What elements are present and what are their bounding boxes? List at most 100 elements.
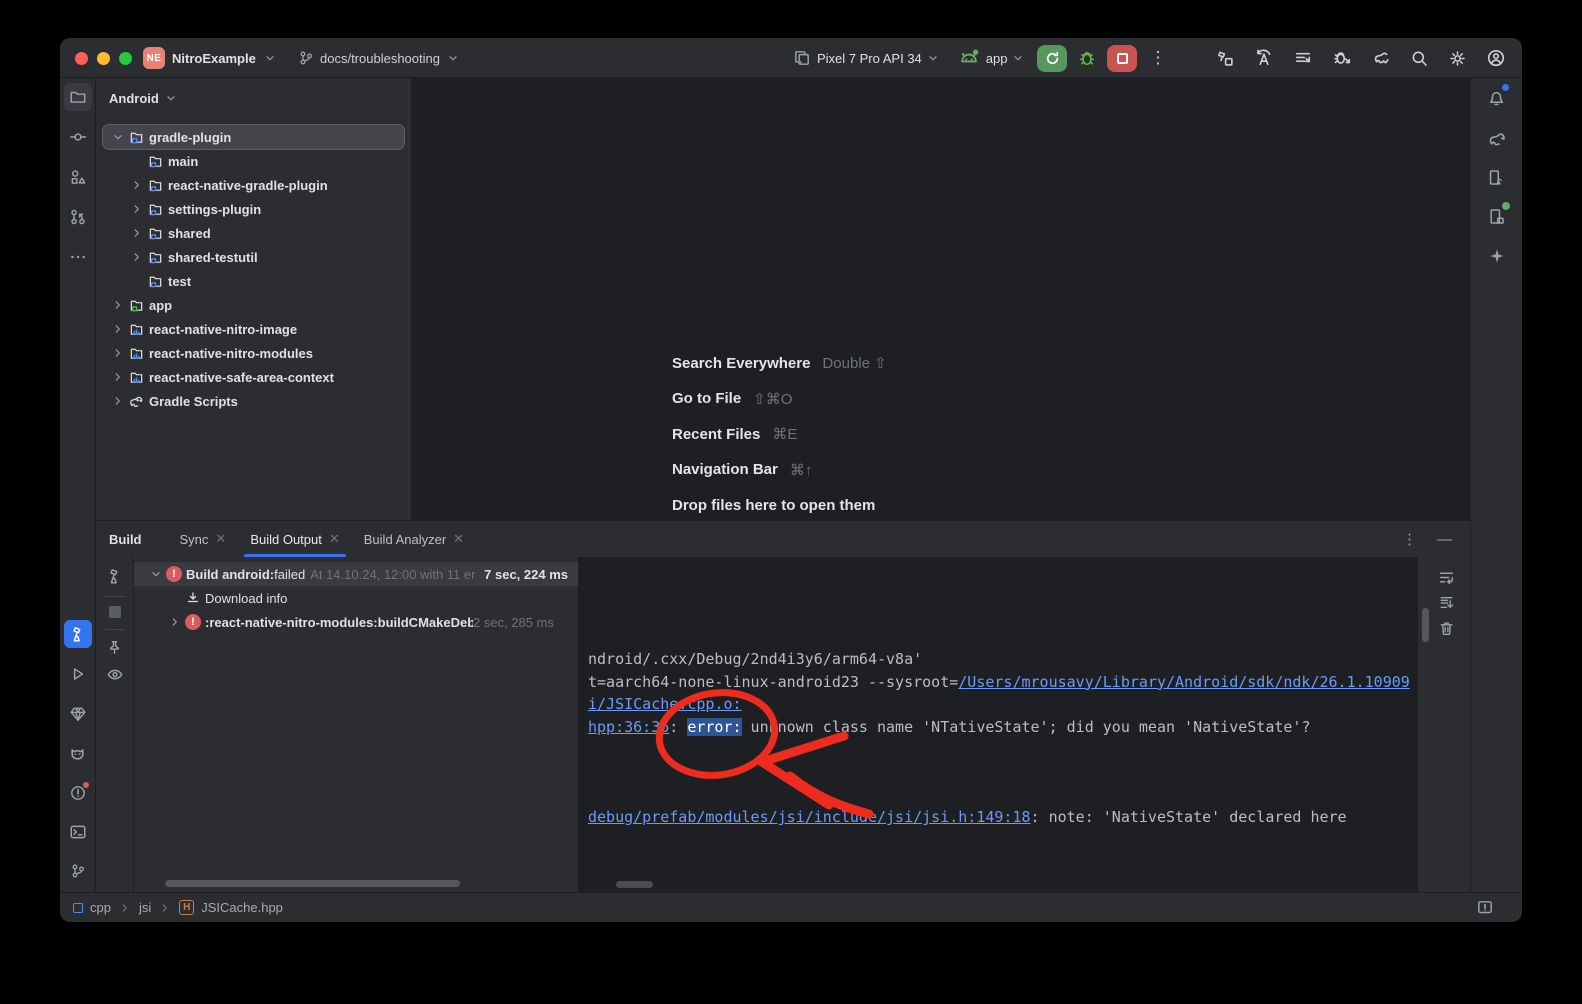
rerun-button[interactable] (1037, 45, 1067, 72)
tab-build-output[interactable]: Build Output✕ (238, 521, 351, 557)
console-file-link[interactable]: /Users/mrousavy/Library/Android/sdk/ndk/… (958, 673, 1410, 691)
console-vertical-scrollbar[interactable] (1422, 608, 1429, 642)
console-horizontal-scrollbar[interactable] (616, 881, 653, 888)
settings-icon[interactable] (1448, 49, 1467, 68)
console-file-link[interactable]: hpp:36:36 (588, 718, 669, 736)
notifications-button[interactable] (1483, 83, 1511, 111)
chevron-down-icon[interactable] (109, 130, 127, 144)
tree-item-label: Gradle Scripts (149, 394, 238, 409)
view-options-icon[interactable] (106, 665, 124, 683)
logcat-tool-button[interactable] (64, 739, 92, 767)
tree-item-react-native-nitro-modules[interactable]: react-native-nitro-modules (103, 341, 404, 365)
close-tab-icon[interactable]: ✕ (329, 531, 340, 547)
tree-item-main[interactable]: main (103, 149, 404, 173)
tree-item-label: shared (168, 226, 211, 241)
chevron-down-icon[interactable] (147, 567, 165, 581)
shortcut-hint: Navigation Bar⌘↑ (672, 459, 887, 481)
ai-actions-icon[interactable] (1254, 48, 1274, 68)
event-log-icon[interactable] (1476, 899, 1494, 917)
commit-tool-button[interactable] (64, 123, 92, 151)
run-config-selector[interactable]: app (986, 51, 1008, 66)
console-line (588, 738, 1418, 761)
console-file-link[interactable]: debug/prefab/modules/jsi/include/jsi/jsi… (588, 808, 1031, 826)
tree-item-react-native-safe-area-context[interactable]: react-native-safe-area-context (103, 365, 404, 389)
pull-requests-button[interactable] (64, 203, 92, 231)
chevron-right-icon[interactable] (128, 202, 146, 216)
resource-manager-button[interactable] (64, 163, 92, 191)
chevron-right-icon[interactable] (128, 178, 146, 192)
hide-panel-button[interactable]: — (1437, 531, 1452, 548)
build-node-duration: 7 sec, 224 ms (484, 567, 578, 582)
build-root-node[interactable]: !Build android: failedAt 14.10.24, 12:00… (134, 562, 578, 586)
tree-item-shared-testutil[interactable]: shared-testutil (103, 245, 404, 269)
build-project-icon[interactable] (1215, 48, 1235, 68)
pull-request-icon (69, 208, 87, 226)
tree-item-gradle-scripts[interactable]: Gradle Scripts (103, 389, 404, 413)
attach-debugger-icon[interactable] (1332, 48, 1352, 68)
clear-all-icon[interactable] (1438, 620, 1455, 637)
run-tool-button[interactable] (64, 660, 92, 688)
device-manager-button[interactable] (1483, 163, 1511, 191)
chevron-right-icon[interactable] (166, 615, 184, 629)
breadcrumb-item[interactable]: jsi (139, 900, 151, 915)
chevron-right-icon[interactable] (109, 370, 127, 384)
build-task-node[interactable]: !:react-native-nitro-modules:buildCMakeD… (134, 610, 578, 634)
debug-button[interactable] (1077, 48, 1097, 68)
tree-item-shared[interactable]: shared (103, 221, 404, 245)
chevron-right-icon[interactable] (109, 346, 127, 360)
profiler-icon[interactable] (1293, 48, 1313, 68)
gradle-sync-icon[interactable] (1371, 48, 1391, 68)
scroll-to-end-icon[interactable] (1438, 594, 1455, 611)
vcs-branch-widget[interactable]: docs/troubleshooting (298, 38, 460, 78)
close-window-button[interactable] (75, 52, 88, 65)
search-everywhere-icon[interactable] (1410, 49, 1429, 68)
soft-wrap-icon[interactable] (1438, 569, 1455, 586)
terminal-tool-button[interactable] (64, 818, 92, 846)
more-tools-button[interactable] (64, 243, 92, 271)
options-menu-button[interactable]: ⋮ (1402, 530, 1417, 548)
tree-item-gradle-plugin[interactable]: gradle-plugin (103, 125, 404, 149)
more-actions-button[interactable]: ⋮ (1149, 48, 1166, 68)
tab-sync[interactable]: Sync✕ (168, 521, 239, 557)
chevron-right-icon[interactable] (109, 322, 127, 336)
tree-item-app[interactable]: app (103, 293, 404, 317)
stop-button[interactable] (1107, 45, 1137, 72)
chevron-right-icon[interactable] (128, 226, 146, 240)
stop-build-icon[interactable] (109, 606, 121, 618)
pin-tab-icon[interactable] (106, 639, 123, 656)
version-control-button[interactable] (64, 857, 92, 885)
minimize-window-button[interactable] (97, 52, 110, 65)
chevron-right-icon[interactable] (128, 250, 146, 264)
module-folder-icon (146, 178, 164, 193)
fullscreen-window-button[interactable] (119, 52, 132, 65)
horizontal-scrollbar[interactable] (165, 880, 460, 887)
build-tool-button[interactable] (64, 620, 92, 648)
problems-tool-button[interactable] (64, 779, 92, 807)
breadcrumb-item[interactable]: cpp (90, 900, 111, 915)
gradle-tool-button[interactable] (1483, 124, 1511, 152)
chevron-right-icon[interactable] (109, 394, 127, 408)
project-tool-button[interactable] (64, 83, 92, 111)
rerun-build-icon[interactable] (106, 567, 124, 585)
project-widget[interactable]: NE NitroExample (143, 38, 277, 78)
app-quality-insights-button[interactable] (64, 700, 92, 728)
project-view-selector[interactable]: Android (96, 78, 411, 118)
breadcrumb-item[interactable]: JSICache.hpp (201, 900, 283, 915)
chevron-right-icon[interactable] (109, 298, 127, 312)
device-selector[interactable]: Pixel 7 Pro API 34 (817, 51, 922, 66)
tree-item-react-native-nitro-image[interactable]: react-native-nitro-image (103, 317, 404, 341)
gemini-tool-button[interactable] (1483, 242, 1511, 270)
tree-item-test[interactable]: test (103, 269, 404, 293)
close-tab-icon[interactable]: ✕ (453, 531, 464, 547)
running-devices-button[interactable] (1483, 202, 1511, 230)
build-console[interactable]: ndroid/.cxx/Debug/2nd4i3y6/arm64-v8a't=a… (578, 557, 1418, 892)
build-node-label: Download info (205, 591, 287, 606)
tree-item-react-native-gradle-plugin[interactable]: react-native-gradle-plugin (103, 173, 404, 197)
build-download-info-node[interactable]: Download info (134, 586, 578, 610)
editor-area[interactable]: Search EverywhereDouble ⇧Go to File⇧⌘ORe… (412, 78, 1470, 520)
account-icon[interactable] (1486, 48, 1506, 68)
tab-build-analyzer[interactable]: Build Analyzer✕ (352, 521, 476, 557)
tree-item-settings-plugin[interactable]: settings-plugin (103, 197, 404, 221)
console-file-link[interactable]: i/JSICache.cpp.o: (588, 695, 742, 713)
close-tab-icon[interactable]: ✕ (215, 531, 226, 547)
